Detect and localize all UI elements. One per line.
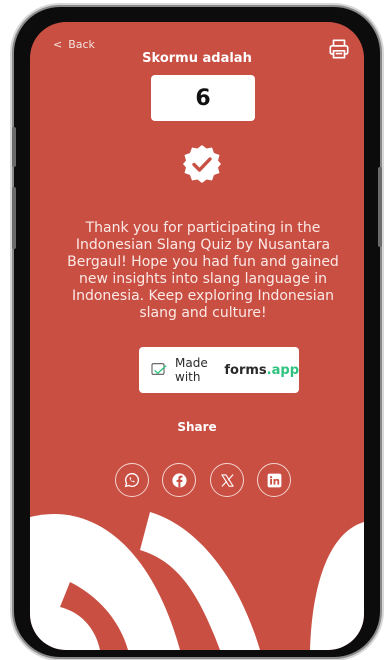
facebook-icon	[171, 472, 187, 488]
volume-up-button	[12, 127, 16, 167]
brand-name: forms	[224, 362, 267, 378]
volume-down-button	[12, 187, 16, 249]
linkedin-share-button[interactable]	[257, 463, 291, 497]
verified-check-icon	[183, 145, 221, 183]
made-with-forms-app-button[interactable]: Made with forms.app	[139, 347, 299, 393]
app-screen: < Back Skormu adalah 6 Thank you for par…	[30, 22, 364, 650]
chevron-left-icon: <	[53, 38, 63, 51]
thank-you-message: Thank you for participating in the Indon…	[67, 220, 339, 321]
brand-suffix: .app	[266, 362, 299, 378]
power-button	[378, 167, 382, 247]
x-icon	[220, 473, 234, 487]
back-label: Back	[68, 38, 95, 51]
facebook-share-button[interactable]	[162, 463, 196, 497]
score-value: 6	[151, 75, 255, 121]
forms-app-brand: forms.app	[224, 363, 299, 378]
whatsapp-icon	[124, 472, 140, 488]
share-label: Share	[177, 420, 217, 434]
back-button[interactable]: < Back	[53, 38, 95, 51]
linkedin-icon	[267, 473, 281, 487]
whatsapp-share-button[interactable]	[115, 463, 149, 497]
x-share-button[interactable]	[210, 463, 244, 497]
forms-app-logo-icon	[151, 363, 167, 375]
made-with-text: Made with	[175, 356, 208, 384]
score-title: Skormu adalah	[142, 51, 252, 66]
